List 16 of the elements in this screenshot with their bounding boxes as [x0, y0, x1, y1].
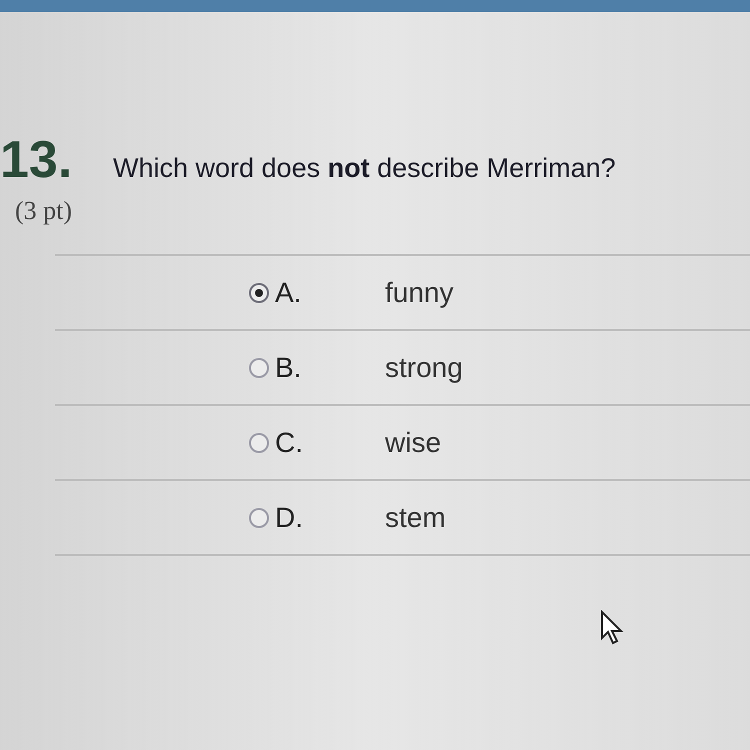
- option-text: wise: [385, 426, 442, 458]
- option-letter: A.: [275, 276, 302, 308]
- radio-button[interactable]: [249, 508, 269, 528]
- option-letter: C.: [275, 426, 304, 458]
- radio-button[interactable]: [249, 358, 269, 378]
- radio-button[interactable]: [249, 432, 269, 452]
- option-letter: B.: [275, 352, 302, 384]
- question-number: 13.: [0, 130, 74, 190]
- option-text: funny: [385, 276, 454, 308]
- option-text: strong: [385, 352, 463, 384]
- option-letter: D.: [275, 502, 304, 534]
- option-text: stem: [385, 502, 446, 534]
- radio-button[interactable]: [249, 282, 269, 302]
- cursor-icon: [600, 610, 626, 646]
- question-text: Which word does not describe Merriman?: [113, 153, 616, 184]
- question-points: (3 pt): [15, 196, 72, 226]
